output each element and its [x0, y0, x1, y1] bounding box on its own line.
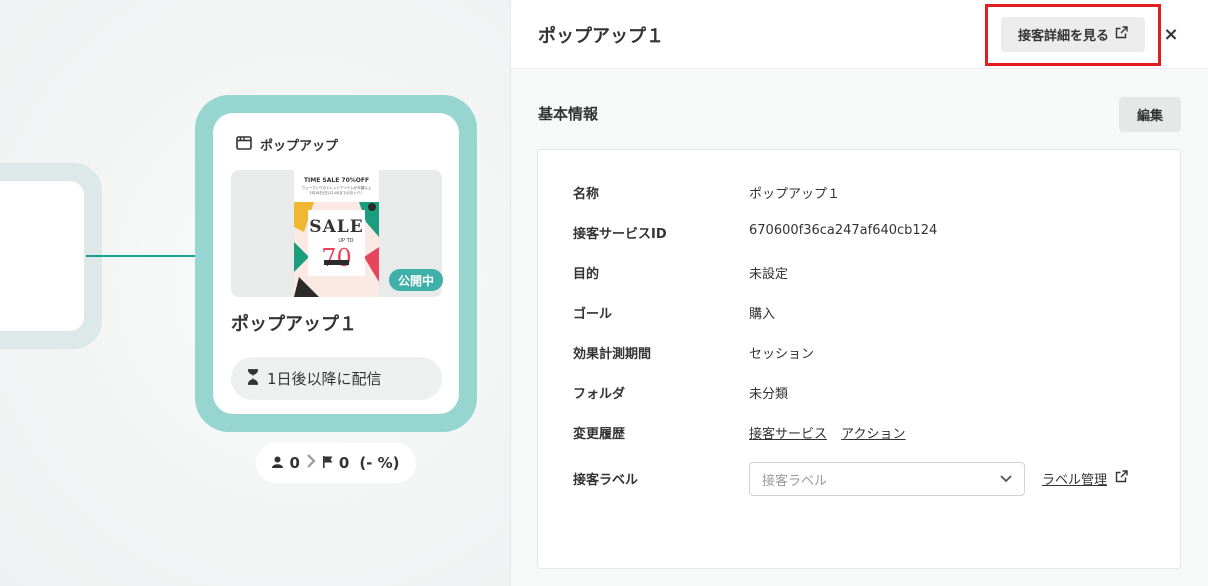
node-type-label: ポップアップ: [260, 138, 339, 154]
select-placeholder: 接客ラベル: [762, 473, 828, 489]
panel-header: ポップアップ１ 接客詳細を見る ×: [511, 0, 1208, 69]
history-link-action[interactable]: アクション: [841, 427, 905, 442]
section-title: 基本情報: [538, 105, 599, 123]
highlight-box: [985, 4, 1161, 66]
user-count: 0: [289, 454, 300, 472]
node-stats: 0 0 (- %): [256, 443, 416, 483]
external-link-icon: [1115, 470, 1128, 487]
goal-rate: (- %): [359, 454, 400, 472]
row-label-measurement-period: 効果計測期間: [573, 347, 652, 362]
label-manage-link[interactable]: ラベル管理: [1042, 469, 1128, 488]
flow-connector: [86, 255, 212, 257]
history-link-service[interactable]: 接客サービス: [749, 427, 827, 442]
chevron-right-icon: [306, 454, 316, 472]
delivery-text: 1日後以降に配信: [267, 370, 382, 388]
panel-title: ポップアップ１: [538, 26, 664, 47]
user-icon: [272, 454, 284, 472]
row-label-service-label: 接客ラベル: [573, 473, 639, 488]
row-value-service-id: 670600f36ca247af640cb124: [749, 223, 938, 238]
row-label-folder: フォルダ: [573, 387, 626, 402]
label-manage-text: ラベル管理: [1042, 473, 1108, 488]
previous-node-card[interactable]: [0, 181, 84, 331]
row-value-name: ポップアップ１: [749, 187, 841, 202]
svg-text:SALE: SALE: [309, 217, 363, 237]
window-icon: [236, 135, 252, 154]
history-links: 接客サービス アクション: [749, 423, 906, 442]
row-label-purpose: 目的: [573, 267, 600, 282]
row-value-measurement-period: セッション: [749, 347, 815, 362]
svg-text:70: 70: [321, 244, 352, 272]
flow-canvas[interactable]: ポップアップ TIME SALE 70%OFF ウェーブシワのトレンドアイテムが…: [0, 0, 510, 586]
thumb-headline: TIME SALE 70%OFF: [303, 177, 370, 184]
row-value-goal: 購入: [749, 307, 776, 322]
popup-thumbnail: TIME SALE 70%OFF ウェーブシワのトレンドアイテムが半額以上 3月…: [294, 170, 379, 297]
row-label-name: 名称: [573, 187, 600, 202]
close-button[interactable]: ×: [1161, 24, 1181, 45]
row-label-goal: ゴール: [573, 307, 613, 322]
status-badge: 公開中: [389, 269, 443, 291]
row-value-folder: 未分類: [749, 387, 789, 402]
node-title: ポップアップ１: [231, 314, 357, 335]
row-value-purpose: 未設定: [749, 267, 789, 282]
delivery-timing[interactable]: 1日後以降に配信: [231, 357, 442, 400]
row-label-history: 変更履歴: [573, 427, 626, 442]
row-label-service-id: 接客サービスID: [573, 227, 667, 242]
node-type-header: ポップアップ: [236, 134, 338, 154]
detail-panel: ポップアップ１ 接客詳細を見る × 基本情報 編集 名称 ポップアップ１ 接客サ…: [510, 0, 1208, 586]
thumb-line2: 3月18日(日)12:00までのおトク！: [309, 191, 364, 195]
service-label-select[interactable]: 接客ラベル: [749, 462, 1025, 496]
edit-button[interactable]: 編集: [1119, 97, 1181, 132]
goal-count: 0: [338, 454, 350, 472]
hourglass-icon: [247, 368, 259, 389]
chevron-down-icon: [1000, 472, 1012, 487]
flag-icon: [322, 454, 333, 472]
